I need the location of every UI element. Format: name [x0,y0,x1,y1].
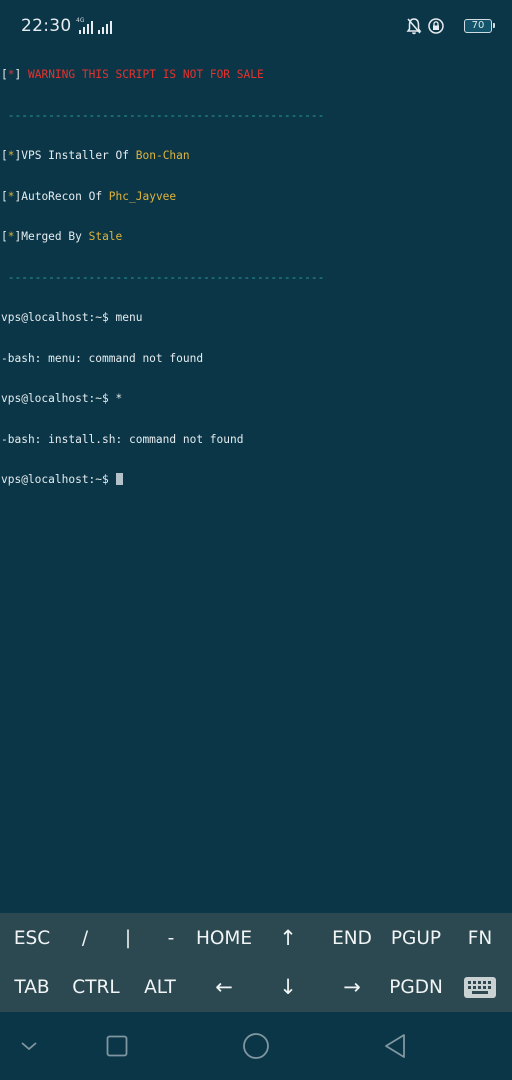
end-key[interactable]: END [332,914,372,963]
dash-key[interactable]: - [168,914,175,963]
keyboard-icon[interactable] [464,977,496,998]
tab-key[interactable]: TAB [14,963,49,1012]
extra-keys-bar: ESC / | - HOME ↑ END PGUP FN TAB CTRL AL… [0,913,512,1012]
pgdn-key[interactable]: PGDN [389,963,443,1012]
terminal-output[interactable]: [*] WARNING THIS SCRIPT IS NOT FOR SALE … [1,41,511,500]
credit-line: [*]Merged By Stale [1,230,123,243]
separator-line: ----------------------------------------… [1,108,325,122]
battery-icon: 70 [464,19,495,33]
warning-text: WARNING THIS SCRIPT IS NOT FOR SALE [27,68,264,81]
pipe-key[interactable]: | [125,914,131,963]
prompt: vps@localhost:~$ [1,473,116,486]
slash-key[interactable]: / [82,914,88,963]
home-icon[interactable] [242,1032,270,1060]
credit-line: [*]VPS Installer Of Bon-Chan [1,149,190,162]
terminal-line: vps@localhost:~$ menu [1,311,143,324]
text-cursor [115,473,123,485]
esc-key[interactable]: ESC [14,914,50,963]
recent-apps-icon[interactable] [106,1035,128,1057]
arrow-right-key[interactable]: → [343,963,361,1012]
alt-key[interactable]: ALT [144,963,176,1012]
hide-keyboard-chevron-icon[interactable] [20,1040,38,1052]
arrow-up-key[interactable]: ↑ [279,914,297,963]
separator-line: ----------------------------------------… [1,270,325,284]
prompt-line[interactable]: vps@localhost:~$ [1,473,511,487]
extra-keys-row-2: TAB CTRL ALT ← ↓ → PGDN [0,963,512,1012]
screen-lock-icon [428,18,444,34]
status-icons: 70 [382,17,495,37]
pgup-key[interactable]: PGUP [391,914,441,963]
terminal-line: -bash: install.sh: command not found [1,432,244,446]
battery-level: 70 [471,20,485,31]
signal-strength-icon [98,20,114,34]
terminal-line: -bash: menu: command not found [1,351,204,365]
ctrl-key[interactable]: CTRL [72,963,119,1012]
notifications-muted-icon [406,18,422,35]
terminal-line: vps@localhost:~$ * [1,392,123,405]
credit-line: [*]AutoRecon Of Phc_Jayvee [1,189,177,203]
home-key[interactable]: HOME [196,914,252,963]
mobile-signal-icon [79,20,93,34]
arrow-left-key[interactable]: ← [215,963,233,1012]
back-icon[interactable] [383,1033,407,1059]
fn-key[interactable]: FN [468,914,492,963]
extra-keys-row-1: ESC / | - HOME ↑ END PGUP FN [0,914,512,963]
warning-banner: [*] WARNING THIS SCRIPT IS NOT FOR SALE [1,68,264,81]
clock: 22:30 [21,16,72,36]
navigation-bar [0,1012,512,1080]
arrow-down-key[interactable]: ↓ [279,963,297,1012]
status-bar: 22:30 4G 70 [0,0,512,42]
